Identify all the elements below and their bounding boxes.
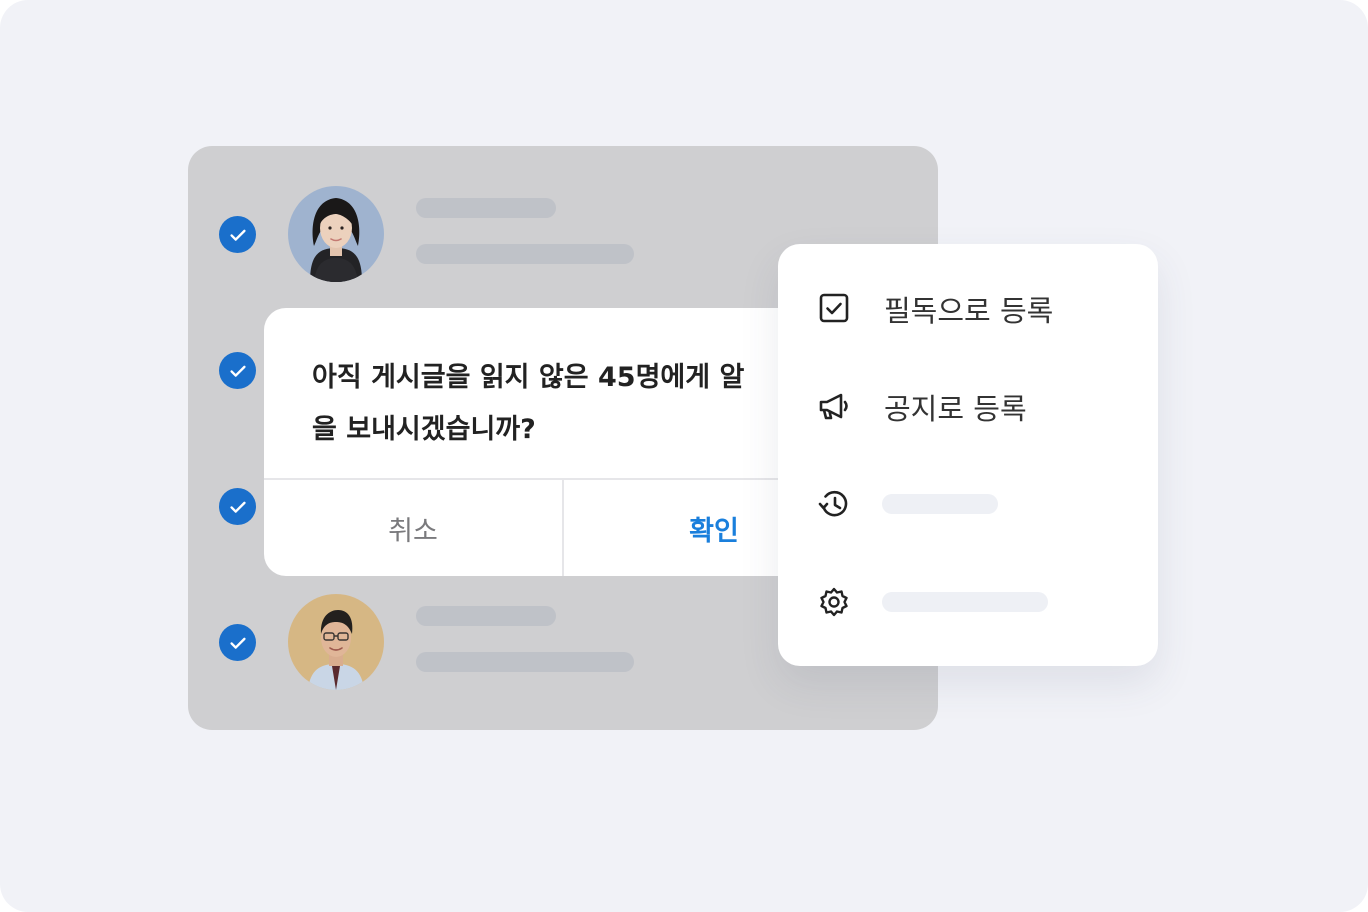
menu-label-placeholder	[882, 494, 998, 514]
row-4-check-icon[interactable]	[219, 624, 256, 661]
cancel-button[interactable]: 취소	[264, 480, 562, 576]
gear-icon	[816, 584, 852, 620]
detail-placeholder	[416, 244, 634, 264]
menu-item-must-read[interactable]: 필독으로 등록	[778, 266, 1158, 346]
context-menu: 필독으로 등록 공지로 등록	[778, 244, 1158, 666]
menu-item-history[interactable]	[778, 462, 1158, 542]
megaphone-icon	[816, 388, 852, 424]
menu-item-settings[interactable]	[778, 560, 1158, 640]
dialog-message-line-1: 아직 게시글을 읽지 않은 45명에게 알	[312, 362, 745, 393]
row-1-check-icon[interactable]	[219, 216, 256, 253]
confirm-dialog: 아직 게시글을 읽지 않은 45명에게 알 을 보내시겠습니까? 취소 확인	[264, 308, 864, 576]
menu-item-label: 필독으로 등록	[884, 294, 1054, 328]
name-placeholder	[416, 198, 556, 218]
history-icon	[816, 486, 852, 522]
row-2-check-icon[interactable]	[219, 352, 256, 389]
dialog-message: 아직 게시글을 읽지 않은 45명에게 알 을 보내시겠습니까?	[312, 352, 782, 456]
menu-item-label: 공지로 등록	[884, 392, 1027, 426]
man-avatar	[288, 594, 384, 690]
name-placeholder	[416, 606, 556, 626]
menu-item-notice[interactable]: 공지로 등록	[778, 364, 1158, 444]
row-3-check-icon[interactable]	[219, 488, 256, 525]
detail-placeholder	[416, 652, 634, 672]
checkbox-icon	[816, 290, 852, 326]
menu-label-placeholder	[882, 592, 1048, 612]
dialog-message-line-2: 을 보내시겠습니까?	[312, 414, 536, 445]
woman-avatar	[288, 186, 384, 282]
background-canvas: 아직 게시글을 읽지 않은 45명에게 알 을 보내시겠습니까? 취소 확인 필…	[0, 0, 1368, 912]
